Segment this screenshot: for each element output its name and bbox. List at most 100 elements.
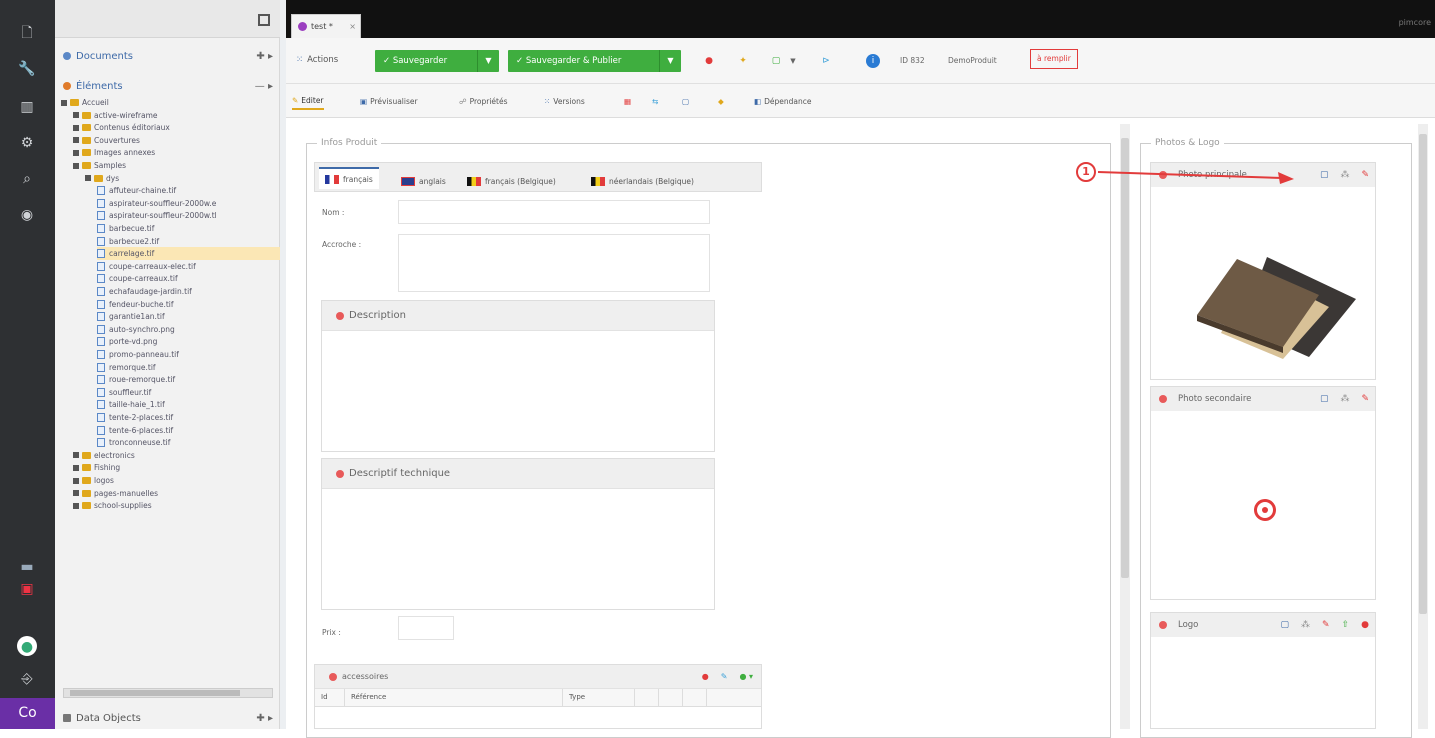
share-icon[interactable]: ⊳ — [819, 54, 833, 68]
pimcore-icon[interactable]: ● — [17, 636, 37, 656]
search-icon[interactable]: ✎ — [721, 672, 728, 681]
documents-tools[interactable]: ✚ ▸ — [256, 51, 273, 62]
edit-icon[interactable]: ▢ — [1320, 394, 1329, 404]
eye-icon[interactable]: ◉ — [16, 204, 38, 226]
chevron-down-icon[interactable]: ▼ — [477, 50, 499, 72]
tree-item-file[interactable]: tente-6-places.tif — [97, 424, 173, 437]
nom-field[interactable] — [398, 200, 710, 224]
dataobjects-tools[interactable]: ✚ ▸ — [256, 713, 273, 724]
description-editor[interactable] — [322, 331, 714, 451]
add-icon[interactable]: ● ▾ — [739, 672, 753, 681]
tree-item-folder[interactable]: logos — [73, 474, 114, 487]
logout-icon[interactable]: ⎆ — [16, 668, 38, 690]
expand-icon[interactable] — [73, 112, 79, 119]
tree-item-folder[interactable]: Fishing — [73, 461, 120, 474]
descriptif-editor[interactable] — [322, 489, 714, 609]
reload-icon[interactable]: ▢ — [769, 54, 783, 68]
tree-item-folder[interactable]: Contenus éditoriaux — [73, 121, 170, 134]
close-icon[interactable]: × — [349, 22, 356, 31]
collapse-icon[interactable] — [258, 14, 270, 26]
documents-accordion[interactable]: Documents ✚ ▸ — [63, 46, 273, 66]
accroche-field[interactable] — [398, 234, 710, 292]
tree-item-folder[interactable]: pages-manuelles — [73, 487, 158, 500]
wrench-icon[interactable]: 🔧 — [16, 58, 38, 80]
tree-item-file[interactable]: fendeur-buche.tif — [97, 298, 174, 311]
dataobjects-accordion[interactable]: Data Objects ✚ ▸ — [63, 708, 273, 728]
expand-icon[interactable] — [73, 464, 79, 471]
tab-lang-nl-be[interactable]: néerlandais (Belgique) — [585, 171, 700, 191]
clear-icon[interactable]: ✎ — [1322, 620, 1330, 630]
upload-icon[interactable]: ⇧ — [1342, 620, 1350, 630]
tree-item-file[interactable]: aspirateur-souffleur-2000w.tl — [97, 209, 217, 222]
tree-item-file[interactable]: porte-vd.png — [97, 335, 157, 348]
tab-notes[interactable]: ▢ — [682, 92, 689, 110]
tab-test[interactable]: test * × — [291, 14, 361, 38]
edit-icon[interactable]: ▢ — [1281, 620, 1290, 630]
expand-icon[interactable] — [73, 137, 79, 144]
tab-lang-fr[interactable]: français — [319, 167, 379, 189]
tree-item-file[interactable]: barbecue2.tif — [97, 235, 159, 248]
main-scrollbar[interactable] — [1120, 124, 1130, 729]
tree-item-folder[interactable]: active-wireframe — [73, 109, 158, 122]
tree-item-folder[interactable]: Images annexes — [73, 146, 155, 159]
tree-item-file[interactable]: tente-2-places.tif — [97, 411, 173, 424]
photos-scrollbar[interactable] — [1418, 124, 1428, 729]
expand-icon[interactable] — [73, 149, 79, 156]
chevron-down-icon[interactable]: ▼ — [659, 50, 681, 72]
tag-icon[interactable]: ✦ — [736, 54, 750, 68]
tree-item-root[interactable]: Accueil — [61, 96, 109, 109]
chart-icon[interactable]: ▥ — [16, 96, 38, 118]
tree-item-file[interactable]: tronconneuse.tif — [97, 436, 170, 449]
tree-item-file[interactable]: garantie1an.tif — [97, 310, 165, 323]
tile-image[interactable] — [1151, 187, 1375, 379]
tree-item-file[interactable]: coupe-carreaux-elec.tif — [97, 260, 196, 273]
col-type[interactable]: Type — [563, 689, 635, 706]
tree-item-folder[interactable]: Samples — [73, 159, 126, 172]
unpublish-icon[interactable]: ● — [702, 54, 716, 68]
expand-icon[interactable] — [73, 502, 79, 509]
upload-target-icon[interactable] — [1254, 499, 1276, 521]
tree-item-folder[interactable]: dys — [85, 172, 119, 185]
tab-edit[interactable]: ✎ Editer — [292, 92, 324, 110]
tree-item-file[interactable]: affuteur-chaine.tif — [97, 184, 176, 197]
tree-item-file[interactable]: promo-panneau.tif — [97, 348, 179, 361]
tree-item-folder[interactable]: school-supplies — [73, 499, 152, 512]
save-button[interactable]: ✓ Sauvegarder ▼ — [375, 50, 499, 72]
tree-scrollbar[interactable] — [63, 688, 273, 698]
col-id[interactable]: Id — [315, 689, 345, 706]
tree-item-file[interactable]: echafaudage-jardin.tif — [97, 285, 192, 298]
clear-icon[interactable]: ✎ — [1361, 170, 1369, 180]
tab-lang-en[interactable]: anglais — [395, 171, 452, 191]
tree-item-file[interactable]: souffleur.tif — [97, 386, 151, 399]
tree-item-folder[interactable]: Couvertures — [73, 134, 140, 147]
col-reference[interactable]: Référence — [345, 689, 563, 706]
elements-accordion[interactable]: Éléments — ▸ — [63, 76, 273, 96]
tab-lang-fr-be[interactable]: français (Belgique) — [461, 171, 562, 191]
pin-icon[interactable]: ⁂ — [1340, 394, 1349, 404]
expand-icon[interactable] — [61, 99, 67, 106]
tree-item-file[interactable]: roue-remorque.tif — [97, 373, 175, 386]
pin-icon[interactable]: ⁂ — [1301, 620, 1310, 630]
expand-icon[interactable] — [73, 477, 79, 484]
elements-tools[interactable]: — ▸ — [255, 81, 273, 92]
delete-icon[interactable]: ● — [1361, 620, 1369, 630]
clear-icon[interactable]: ✎ — [1361, 394, 1369, 404]
chevron-down-icon[interactable]: ▼ — [786, 54, 800, 68]
alert-icon[interactable]: ▣ — [16, 578, 38, 600]
tab-preview[interactable]: ▣ Prévisualiser — [360, 92, 418, 110]
file-icon[interactable]: 🗋 — [16, 22, 38, 44]
tab-properties[interactable]: ☍ Propriétés — [459, 92, 508, 110]
tree-item-file[interactable]: aspirateur-souffleur-2000w.e — [97, 197, 216, 210]
delete-icon[interactable]: ● — [702, 672, 709, 681]
expand-icon[interactable] — [73, 452, 79, 459]
tab-schedule[interactable]: ▦ — [624, 92, 631, 110]
co-icon[interactable]: Co — [0, 698, 55, 729]
gear-icon[interactable]: ⚙ — [16, 132, 38, 154]
save-publish-button[interactable]: ✓ Sauvegarder & Publier ▼ — [508, 50, 681, 72]
tree-item-file[interactable]: barbecue.tif — [97, 222, 154, 235]
tab-dependencies[interactable]: ◧ Dépendance — [754, 92, 811, 110]
tab-tags[interactable]: ◆ — [718, 92, 724, 110]
tree-item-file[interactable]: coupe-carreaux.tif — [97, 272, 178, 285]
edit-icon[interactable]: ▢ — [1320, 170, 1329, 180]
tree-item-file[interactable]: auto-synchro.png — [97, 323, 175, 336]
